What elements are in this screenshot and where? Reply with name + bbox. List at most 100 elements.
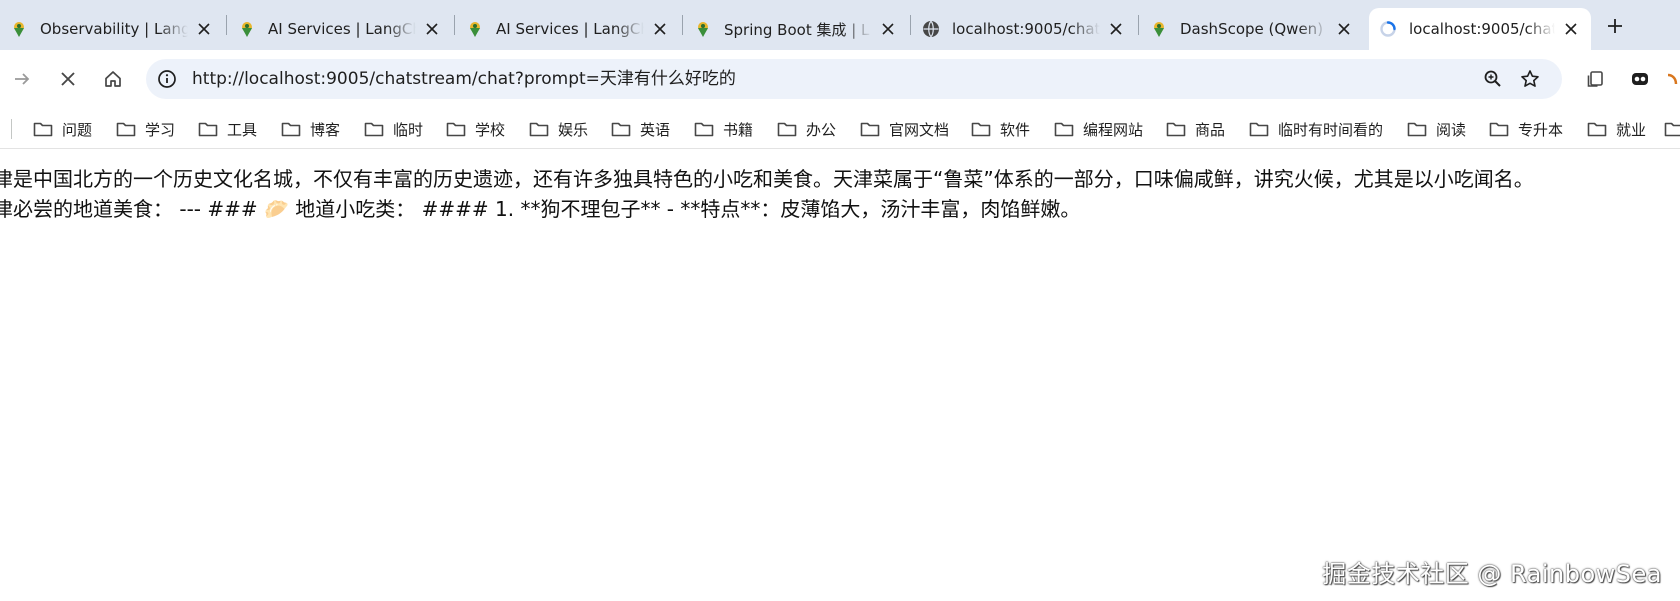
bookmark-label: 博客 xyxy=(310,120,341,139)
home-button[interactable] xyxy=(96,62,130,96)
tab-strip: Observability | Lang AI Services | LangC… xyxy=(0,0,1680,50)
home-icon xyxy=(103,69,123,89)
langchain-parrot-icon xyxy=(238,20,256,38)
folder-icon xyxy=(611,121,631,137)
tab-1[interactable]: Observability | Lang xyxy=(0,8,224,50)
tab-5[interactable]: localhost:9005/chat xyxy=(912,8,1136,50)
bookmark-label: 学校 xyxy=(475,120,506,139)
zoom-icon[interactable] xyxy=(1481,67,1505,91)
tab-4[interactable]: Spring Boot 集成 | L xyxy=(684,8,908,50)
bookmarks-bar: 问题 学习 工具 博客 临时 学校 娱乐 英语 书籍 办公 官网文档 软件 编程网站 商品 临时有时间看的 阅… xyxy=(0,109,1680,149)
bookmark-folder[interactable]: 问题 xyxy=(33,109,93,148)
bookmark-folder[interactable]: 专升本 xyxy=(1489,109,1563,148)
globe-icon xyxy=(922,20,940,38)
tab-search-button[interactable] xyxy=(1578,62,1612,96)
bookmark-label: 就业 xyxy=(1616,120,1647,139)
tab-separator xyxy=(1138,15,1139,35)
tab-7-active[interactable]: localhost:9005/chat xyxy=(1369,8,1591,50)
bookmark-folder[interactable]: 临时 xyxy=(364,109,423,148)
bookmark-folder[interactable]: 学校 xyxy=(446,109,506,148)
bookmark-label: 问题 xyxy=(62,120,93,139)
folder-icon xyxy=(446,121,466,137)
arrow-right-icon xyxy=(12,69,32,89)
watermark: 掘金技术社区 @ RainbowSea xyxy=(1322,560,1662,588)
close-icon[interactable] xyxy=(878,19,898,39)
folder-icon xyxy=(1166,121,1186,137)
bookmark-folder[interactable]: 商品 xyxy=(1166,109,1225,148)
bookmark-folder[interactable]: 书籍 xyxy=(694,109,753,148)
tab-title: Spring Boot 集成 | L xyxy=(724,20,870,39)
bookmark-label: 英语 xyxy=(640,120,671,139)
response-line-2: 津必尝的地道美食： --- ### 🥟 地道小吃类： #### 1. **狗不理… xyxy=(0,197,1081,221)
folder-icon xyxy=(1054,121,1074,137)
response-line-1: 津是中国北方的一个历史文化名城，不仅有丰富的历史遗迹，还有许多独具特色的小吃和美… xyxy=(0,167,1534,191)
bookmark-folder[interactable]: 英语 xyxy=(611,109,671,148)
bookmark-folder[interactable]: 临时有时间看的 xyxy=(1249,109,1384,148)
close-icon[interactable] xyxy=(422,19,442,39)
tab-title: AI Services | LangCh xyxy=(268,20,416,38)
folder-icon xyxy=(1664,121,1680,137)
extension-button[interactable] xyxy=(1623,62,1657,96)
close-icon[interactable] xyxy=(650,19,670,39)
plus-icon xyxy=(1607,18,1623,34)
tab-title: Observability | Lang xyxy=(40,20,188,38)
browser-toolbar: http://localhost:9005/chatstream/chat?pr… xyxy=(0,50,1680,109)
langchain-parrot-icon xyxy=(1150,20,1168,38)
bookmark-label: 软件 xyxy=(1000,120,1031,139)
stream-response-text: 津是中国北方的一个历史文化名城，不仅有丰富的历史遗迹，还有许多独具特色的小吃和美… xyxy=(0,164,1680,224)
incognito-mask-icon xyxy=(1630,69,1650,89)
loading-spinner-icon xyxy=(1379,20,1397,38)
close-icon[interactable] xyxy=(194,19,214,39)
tab-title: AI Services | LangCh xyxy=(496,20,644,38)
tab-title: localhost:9005/chat xyxy=(952,20,1100,38)
info-icon[interactable] xyxy=(156,68,178,90)
bookmark-folder[interactable]: 博客 xyxy=(281,109,341,148)
star-icon[interactable] xyxy=(1518,67,1542,91)
extension-button-partial[interactable] xyxy=(1664,62,1680,96)
langchain-parrot-icon xyxy=(10,20,28,38)
folder-icon xyxy=(364,121,384,137)
tab-2[interactable]: AI Services | LangCh xyxy=(228,8,452,50)
langchain-parrot-icon xyxy=(694,20,712,38)
bookmark-folder[interactable]: 学习 xyxy=(116,109,175,148)
folder-icon xyxy=(1249,121,1269,137)
folder-icon xyxy=(1407,121,1427,137)
bookmark-label: 编程网站 xyxy=(1083,120,1144,139)
close-icon[interactable] xyxy=(1334,19,1354,39)
bookmark-label: 临时有时间看的 xyxy=(1278,120,1384,139)
langchain-parrot-icon xyxy=(466,20,484,38)
folder-icon xyxy=(33,121,53,137)
bookmark-folder[interactable]: 官网文档 xyxy=(860,109,949,148)
copy-pages-icon xyxy=(1585,69,1605,89)
tab-3[interactable]: AI Services | LangCh xyxy=(456,8,680,50)
new-tab-button[interactable] xyxy=(1601,12,1629,40)
bookmark-folder-overflow[interactable] xyxy=(1664,109,1680,148)
url-text[interactable]: http://localhost:9005/chatstream/chat?pr… xyxy=(192,59,736,99)
extension-icon xyxy=(1662,69,1680,89)
bookmarks-separator xyxy=(11,119,12,139)
stop-loading-button[interactable] xyxy=(51,62,85,96)
address-bar[interactable]: http://localhost:9005/chatstream/chat?pr… xyxy=(146,59,1562,99)
bookmark-folder[interactable]: 阅读 xyxy=(1407,109,1466,148)
folder-icon xyxy=(529,121,549,137)
tab-separator xyxy=(910,15,911,35)
folder-icon xyxy=(971,121,991,137)
folder-icon xyxy=(1587,121,1607,137)
bookmark-folder[interactable]: 娱乐 xyxy=(529,109,589,148)
bookmark-label: 娱乐 xyxy=(558,120,589,139)
bookmark-folder[interactable]: 编程网站 xyxy=(1054,109,1144,148)
forward-button[interactable] xyxy=(5,62,39,96)
close-icon[interactable] xyxy=(1561,19,1581,39)
folder-icon xyxy=(198,121,218,137)
bookmark-label: 工具 xyxy=(227,120,258,139)
bookmark-folder[interactable]: 软件 xyxy=(971,109,1031,148)
tab-title: localhost:9005/chat xyxy=(1409,20,1555,38)
close-icon[interactable] xyxy=(1106,19,1126,39)
bookmark-folder[interactable]: 就业 xyxy=(1587,109,1647,148)
tab-separator xyxy=(226,15,227,35)
page-content: 津是中国北方的一个历史文化名城，不仅有丰富的历史遗迹，还有许多独具特色的小吃和美… xyxy=(0,150,1680,601)
tab-6[interactable]: DashScope (Qwen) xyxy=(1140,8,1364,50)
bookmark-folder[interactable]: 工具 xyxy=(198,109,258,148)
close-icon xyxy=(58,69,78,89)
bookmark-folder[interactable]: 办公 xyxy=(777,109,836,148)
